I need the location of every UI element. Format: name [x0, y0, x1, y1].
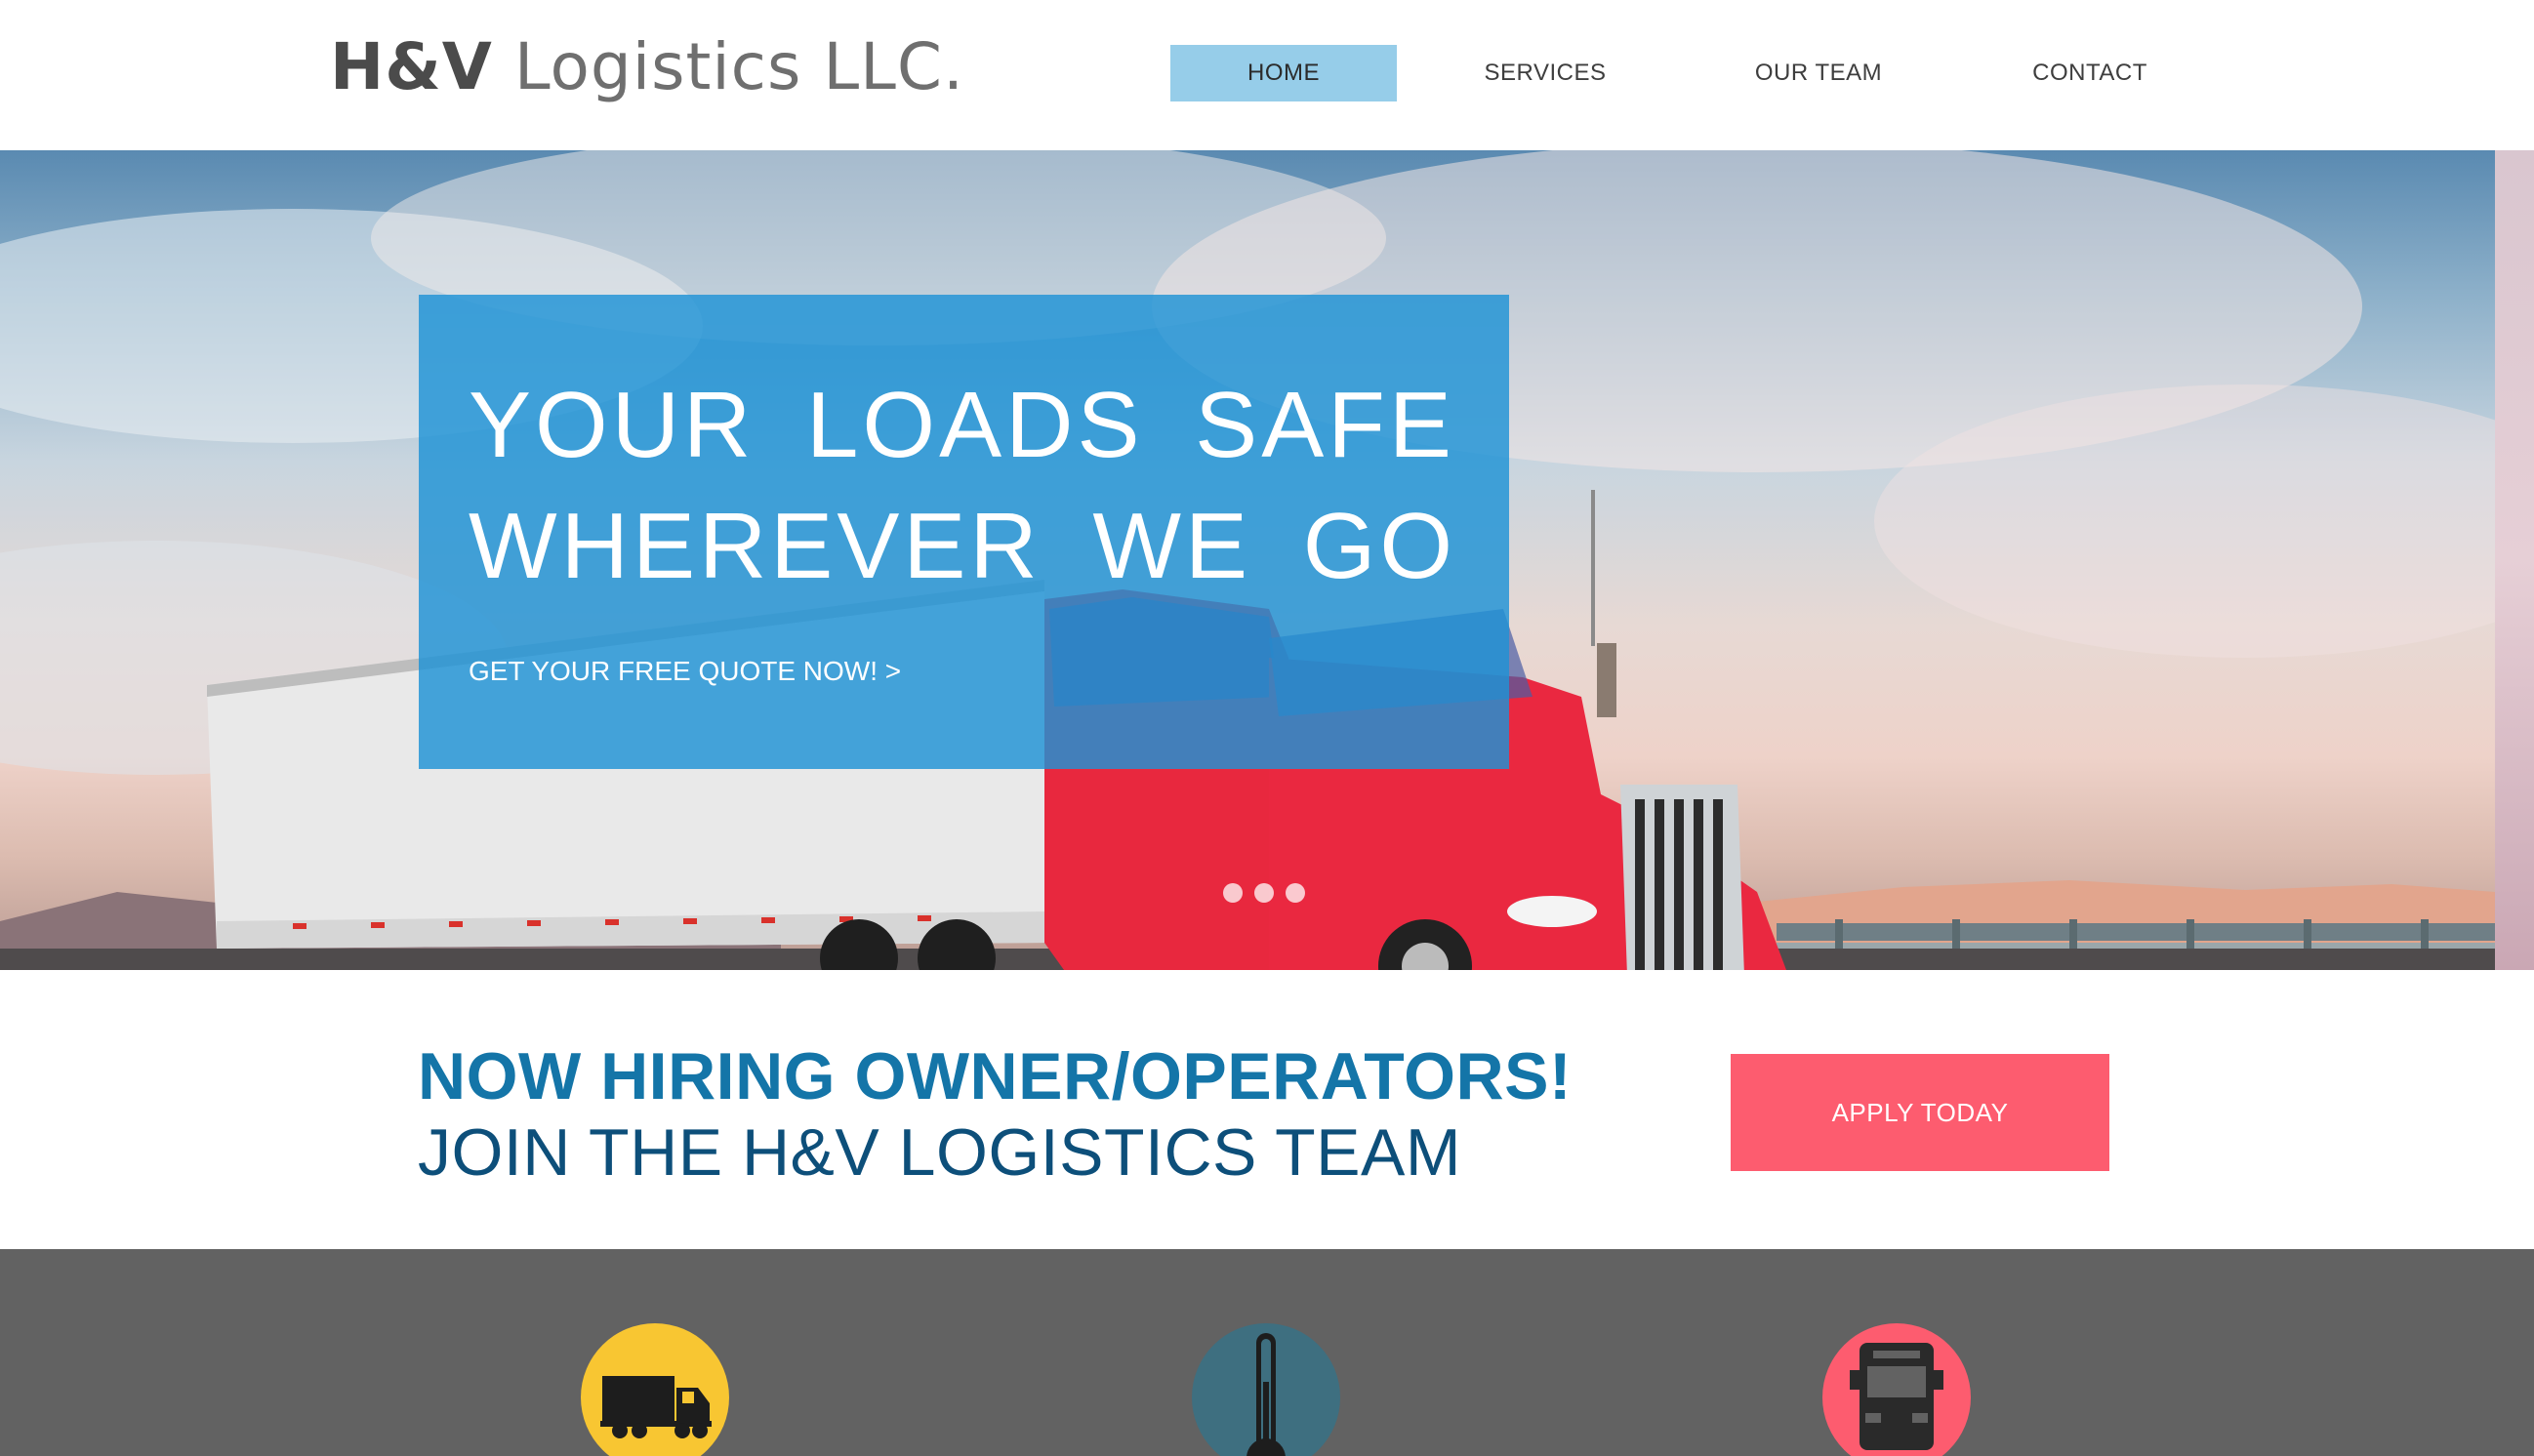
site-header: H&V Logistics LLC. HOME SERVICES OUR TEA… — [0, 0, 2534, 150]
nav-services[interactable]: SERVICES — [1432, 45, 1658, 101]
bus-front-icon — [1850, 1343, 1943, 1450]
truck-icon — [600, 1376, 712, 1438]
nav-contact[interactable]: CONTACT — [1977, 45, 2203, 101]
hero-slideshow: YOUR LOADS SAFE WHEREVER WE GO GET YOUR … — [0, 150, 2495, 970]
hiring-subtitle: JOIN THE H&V LOGISTICS TEAM — [418, 1115, 1461, 1190]
slide-dot-2[interactable] — [1254, 883, 1274, 903]
apply-today-button[interactable]: APPLY TODAY — [1731, 1054, 2109, 1171]
free-quote-link[interactable]: GET YOUR FREE QUOTE NOW! > — [469, 656, 901, 687]
truck-service-badge[interactable] — [581, 1323, 729, 1456]
thermometer-service-badge[interactable] — [1192, 1323, 1340, 1456]
slide-dot-1[interactable] — [1223, 883, 1243, 903]
hero-headline: YOUR LOADS SAFE WHEREVER WE GO — [469, 365, 1456, 607]
logo-text: Logistics LLC. — [513, 29, 964, 104]
bus-service-badge[interactable] — [1822, 1323, 1971, 1456]
nav-home[interactable]: HOME — [1170, 45, 1397, 101]
nav-our-team[interactable]: OUR TEAM — [1705, 45, 1932, 101]
logo-bold-text: H&V — [330, 29, 493, 104]
hiring-section: NOW HIRING OWNER/OPERATORS! JOIN THE H&V… — [0, 970, 2534, 1249]
hero-caption-box: YOUR LOADS SAFE WHEREVER WE GO GET YOUR … — [419, 295, 1509, 769]
slide-dot-3[interactable] — [1286, 883, 1305, 903]
hero-headline-line1: YOUR LOADS SAFE — [469, 373, 1455, 477]
next-slide-peek — [2495, 150, 2534, 970]
hiring-title: NOW HIRING OWNER/OPERATORS! — [418, 1039, 1573, 1113]
thermometer-icon — [1247, 1333, 1286, 1456]
site-logo[interactable]: H&V Logistics LLC. — [330, 29, 964, 104]
services-strip — [0, 1249, 2534, 1456]
hero-headline-line2: WHEREVER WE GO — [469, 494, 1457, 598]
